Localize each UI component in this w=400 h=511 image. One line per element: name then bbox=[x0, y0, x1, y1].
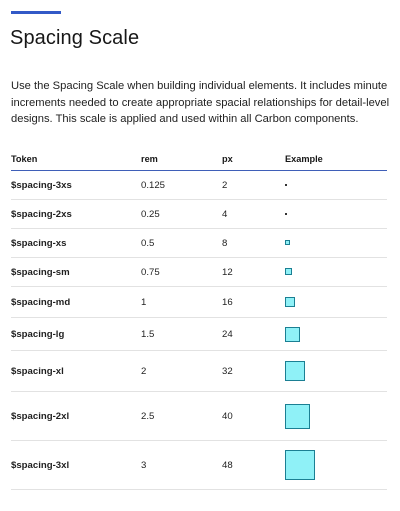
table-row: $spacing-2xl 2.5 40 bbox=[11, 391, 387, 441]
spacing-scale-table: Token rem px Example $spacing-3xs 0.125 2 $… bbox=[11, 148, 387, 490]
spacing-swatch bbox=[285, 268, 292, 276]
example-cell bbox=[285, 228, 387, 258]
table-row: $spacing-sm 0.75 12 bbox=[11, 257, 387, 287]
table-row: $spacing-md 1 16 bbox=[11, 286, 387, 318]
header-example: Example bbox=[285, 148, 387, 171]
px-cell: 12 bbox=[222, 257, 285, 287]
example-cell bbox=[285, 257, 387, 287]
spacing-swatch bbox=[285, 212, 287, 215]
table-row: $spacing-xl 2 32 bbox=[11, 350, 387, 392]
example-cell bbox=[285, 391, 387, 441]
rem-cell: 3 bbox=[141, 440, 222, 490]
table-body: $spacing-3xs 0.125 2 $spacing-2xs 0.25 4 $spac… bbox=[11, 170, 387, 490]
spacing-swatch bbox=[285, 183, 287, 186]
rem-cell: 1.5 bbox=[141, 317, 222, 351]
example-cell bbox=[285, 350, 387, 392]
rem-cell: 0.25 bbox=[141, 199, 222, 229]
example-cell bbox=[285, 440, 387, 490]
rem-cell: 0.125 bbox=[141, 170, 222, 200]
rem-cell: 0.5 bbox=[141, 228, 222, 258]
px-cell: 32 bbox=[222, 350, 285, 392]
spacing-swatch bbox=[285, 296, 295, 307]
intro-paragraph: Use the Spacing Scale when building indi… bbox=[11, 80, 390, 125]
token-cell: $spacing-xl bbox=[11, 350, 141, 392]
rem-cell: 1 bbox=[141, 286, 222, 318]
example-cell bbox=[285, 317, 387, 351]
rem-cell: 2.5 bbox=[141, 391, 222, 441]
example-cell bbox=[285, 170, 387, 200]
example-cell bbox=[285, 286, 387, 318]
token-cell: $spacing-sm bbox=[11, 257, 141, 287]
example-cell bbox=[285, 199, 387, 229]
px-cell: 2 bbox=[222, 170, 285, 200]
token-cell: $spacing-md bbox=[11, 286, 141, 318]
spacing-swatch bbox=[285, 326, 300, 342]
px-cell: 40 bbox=[222, 391, 285, 441]
px-cell: 4 bbox=[222, 199, 285, 229]
token-cell: $spacing-2xs bbox=[11, 199, 141, 229]
rem-cell: 2 bbox=[141, 350, 222, 392]
token-cell: $spacing-3xl bbox=[11, 440, 141, 490]
page-title: Spacing Scale bbox=[10, 27, 140, 49]
header-px: px bbox=[222, 148, 285, 171]
table-row: $spacing-2xs 0.25 4 bbox=[11, 199, 387, 229]
spacing-swatch bbox=[285, 361, 305, 381]
table-row: $spacing-lg 1.5 24 bbox=[11, 317, 387, 351]
table-header-row: Token rem px Example bbox=[11, 148, 387, 171]
px-cell: 24 bbox=[222, 317, 285, 351]
spacing-swatch bbox=[285, 240, 290, 246]
rem-cell: 0.75 bbox=[141, 257, 222, 287]
token-cell: $spacing-xs bbox=[11, 228, 141, 258]
table-row: $spacing-3xl 3 48 bbox=[11, 440, 387, 490]
token-cell: $spacing-lg bbox=[11, 317, 141, 351]
header-token: Token bbox=[11, 148, 141, 171]
px-cell: 48 bbox=[222, 440, 285, 490]
spacing-table-container: Token rem px Example $spacing-3xs 0.125 2 $… bbox=[11, 148, 387, 490]
px-cell: 16 bbox=[222, 286, 285, 318]
spacing-swatch bbox=[285, 403, 310, 429]
table-row: $spacing-3xs 0.125 2 bbox=[11, 170, 387, 200]
table-row: $spacing-xs 0.5 8 bbox=[11, 228, 387, 258]
spacing-swatch bbox=[285, 450, 315, 480]
token-cell: $spacing-3xs bbox=[11, 170, 141, 200]
title-accent-bar bbox=[11, 11, 61, 14]
header-rem: rem bbox=[141, 148, 222, 171]
token-cell: $spacing-2xl bbox=[11, 391, 141, 441]
px-cell: 8 bbox=[222, 228, 285, 258]
